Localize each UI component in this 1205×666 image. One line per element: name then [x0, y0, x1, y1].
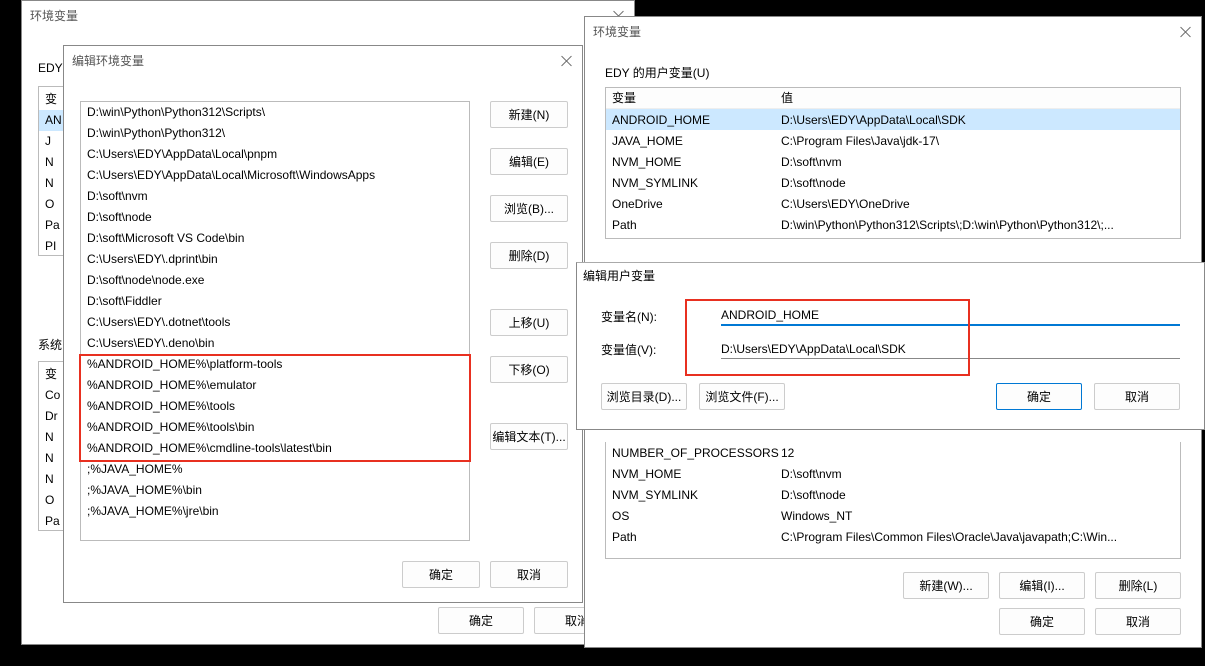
- delete-button[interactable]: 删除(L): [1095, 572, 1181, 599]
- bg-user-row: O: [39, 194, 63, 215]
- var-name-input[interactable]: [721, 306, 1180, 326]
- user-var-row[interactable]: PathD:\win\Python\Python312\Scripts\;D:\…: [606, 214, 1180, 235]
- user-var-row[interactable]: NVM_HOMED:\soft\nvm: [606, 151, 1180, 172]
- path-item[interactable]: %ANDROID_HOME%\cmdline-tools\latest\bin: [81, 438, 469, 459]
- system-vars-table[interactable]: NUMBER_OF_PROCESSORS12NVM_HOMED:\soft\nv…: [605, 442, 1181, 559]
- path-item[interactable]: ;%JAVA_HOME%\jre\bin: [81, 501, 469, 522]
- left-edy-label: EDY: [38, 61, 63, 75]
- path-item[interactable]: D:\win\Python\Python312\Scripts\: [81, 102, 469, 123]
- ok-button[interactable]: 确定: [438, 607, 524, 634]
- bg-user-row: N: [39, 173, 63, 194]
- bg-sys-row: Dr: [39, 406, 63, 427]
- bg-sys-row: Co: [39, 385, 63, 406]
- new-button[interactable]: 新建(N): [490, 101, 568, 128]
- var-name-label: 变量名(N):: [601, 308, 671, 325]
- bg-sys-row: O: [39, 490, 63, 511]
- path-item[interactable]: ;%JAVA_HOME%: [81, 459, 469, 480]
- path-item[interactable]: %ANDROID_HOME%\tools: [81, 396, 469, 417]
- dialog-title: 编辑用户变量: [583, 269, 655, 283]
- path-item[interactable]: %ANDROID_HOME%\emulator: [81, 375, 469, 396]
- cancel-button[interactable]: 取消: [1095, 608, 1181, 635]
- path-item[interactable]: ;%JAVA_HOME%\bin: [81, 480, 469, 501]
- edit-text-button[interactable]: 编辑文本(T)...: [490, 423, 568, 450]
- sys-var-row[interactable]: NVM_HOMED:\soft\nvm: [606, 463, 1180, 484]
- col-header-value: 值: [781, 90, 793, 106]
- path-item[interactable]: %ANDROID_HOME%\tools\bin: [81, 417, 469, 438]
- user-vars-label: EDY 的用户变量(U): [605, 64, 1181, 81]
- path-item[interactable]: D:\soft\Microsoft VS Code\bin: [81, 228, 469, 249]
- cancel-button[interactable]: 取消: [490, 561, 568, 588]
- user-var-row[interactable]: ANDROID_HOMED:\Users\EDY\AppData\Local\S…: [606, 109, 1180, 130]
- dialog-title: 环境变量: [30, 7, 78, 24]
- bg-sys-row: N: [39, 427, 63, 448]
- path-item[interactable]: C:\Users\EDY\.dotnet\tools: [81, 312, 469, 333]
- edit-user-var-dialog: 编辑用户变量 变量名(N): 变量值(V): 浏览目录(D)... 浏览文件(F…: [576, 262, 1205, 430]
- move-down-button[interactable]: 下移(O): [490, 356, 568, 383]
- dialog-title: 环境变量: [593, 23, 641, 40]
- sys-var-row[interactable]: OSWindows_NT: [606, 505, 1180, 526]
- browse-button[interactable]: 浏览(B)...: [490, 195, 568, 222]
- ok-button[interactable]: 确定: [999, 608, 1085, 635]
- path-item[interactable]: D:\win\Python\Python312\: [81, 123, 469, 144]
- cancel-button[interactable]: 取消: [1094, 383, 1180, 410]
- ok-button[interactable]: 确定: [996, 383, 1082, 410]
- path-item[interactable]: C:\Users\EDY\.dprint\bin: [81, 249, 469, 270]
- bg-sys-row: Pa: [39, 511, 63, 532]
- bg-user-row: PI: [39, 236, 63, 257]
- close-icon[interactable]: [560, 54, 574, 68]
- delete-button[interactable]: 删除(D): [490, 242, 568, 269]
- path-listbox[interactable]: D:\win\Python\Python312\Scripts\D:\win\P…: [80, 101, 470, 541]
- ok-button[interactable]: 确定: [402, 561, 480, 588]
- path-item[interactable]: C:\Users\EDY\.deno\bin: [81, 333, 469, 354]
- bg-user-row: N: [39, 152, 63, 173]
- bg-sys-row: N: [39, 469, 63, 490]
- path-item[interactable]: D:\soft\Fiddler: [81, 291, 469, 312]
- bg-user-row: J: [39, 131, 63, 152]
- dialog-title: 编辑环境变量: [72, 52, 144, 69]
- user-var-row[interactable]: NVM_SYMLINKD:\soft\node: [606, 172, 1180, 193]
- edit-button[interactable]: 编辑(I)...: [999, 572, 1085, 599]
- path-item[interactable]: C:\Users\EDY\AppData\Local\pnpm: [81, 144, 469, 165]
- user-var-row[interactable]: JAVA_HOMEC:\Program Files\Java\jdk-17\: [606, 130, 1180, 151]
- close-icon[interactable]: [1179, 25, 1193, 39]
- edit-button[interactable]: 编辑(E): [490, 148, 568, 175]
- sys-var-row[interactable]: NUMBER_OF_PROCESSORS12: [606, 442, 1180, 463]
- path-item[interactable]: C:\Users\EDY\AppData\Local\Microsoft\Win…: [81, 165, 469, 186]
- sys-var-row[interactable]: NVM_SYMLINKD:\soft\node: [606, 484, 1180, 505]
- left-sys-label: 系统: [38, 336, 62, 353]
- col-header-name: 变量: [612, 90, 781, 106]
- bg-user-row: AN: [39, 110, 63, 131]
- bg-user-row: Pa: [39, 215, 63, 236]
- path-item[interactable]: %ANDROID_HOME%\platform-tools: [81, 354, 469, 375]
- sys-var-row[interactable]: PathC:\Program Files\Common Files\Oracle…: [606, 526, 1180, 547]
- bg-user-row: 变: [39, 89, 63, 110]
- move-up-button[interactable]: 上移(U): [490, 309, 568, 336]
- var-value-input[interactable]: [721, 340, 1180, 359]
- bg-sys-row: 变: [39, 364, 63, 385]
- bg-sys-row: N: [39, 448, 63, 469]
- browse-dir-button[interactable]: 浏览目录(D)...: [601, 383, 687, 410]
- var-value-label: 变量值(V):: [601, 341, 671, 358]
- path-item[interactable]: D:\soft\node\node.exe: [81, 270, 469, 291]
- path-item[interactable]: D:\soft\node: [81, 207, 469, 228]
- edit-env-list-dialog: 编辑环境变量 D:\win\Python\Python312\Scripts\D…: [63, 45, 583, 603]
- browse-file-button[interactable]: 浏览文件(F)...: [699, 383, 785, 410]
- new-button[interactable]: 新建(W)...: [903, 572, 989, 599]
- path-item[interactable]: D:\soft\nvm: [81, 186, 469, 207]
- user-vars-table[interactable]: 变量 值 ANDROID_HOMED:\Users\EDY\AppData\Lo…: [605, 87, 1181, 239]
- user-var-row[interactable]: OneDriveC:\Users\EDY\OneDrive: [606, 193, 1180, 214]
